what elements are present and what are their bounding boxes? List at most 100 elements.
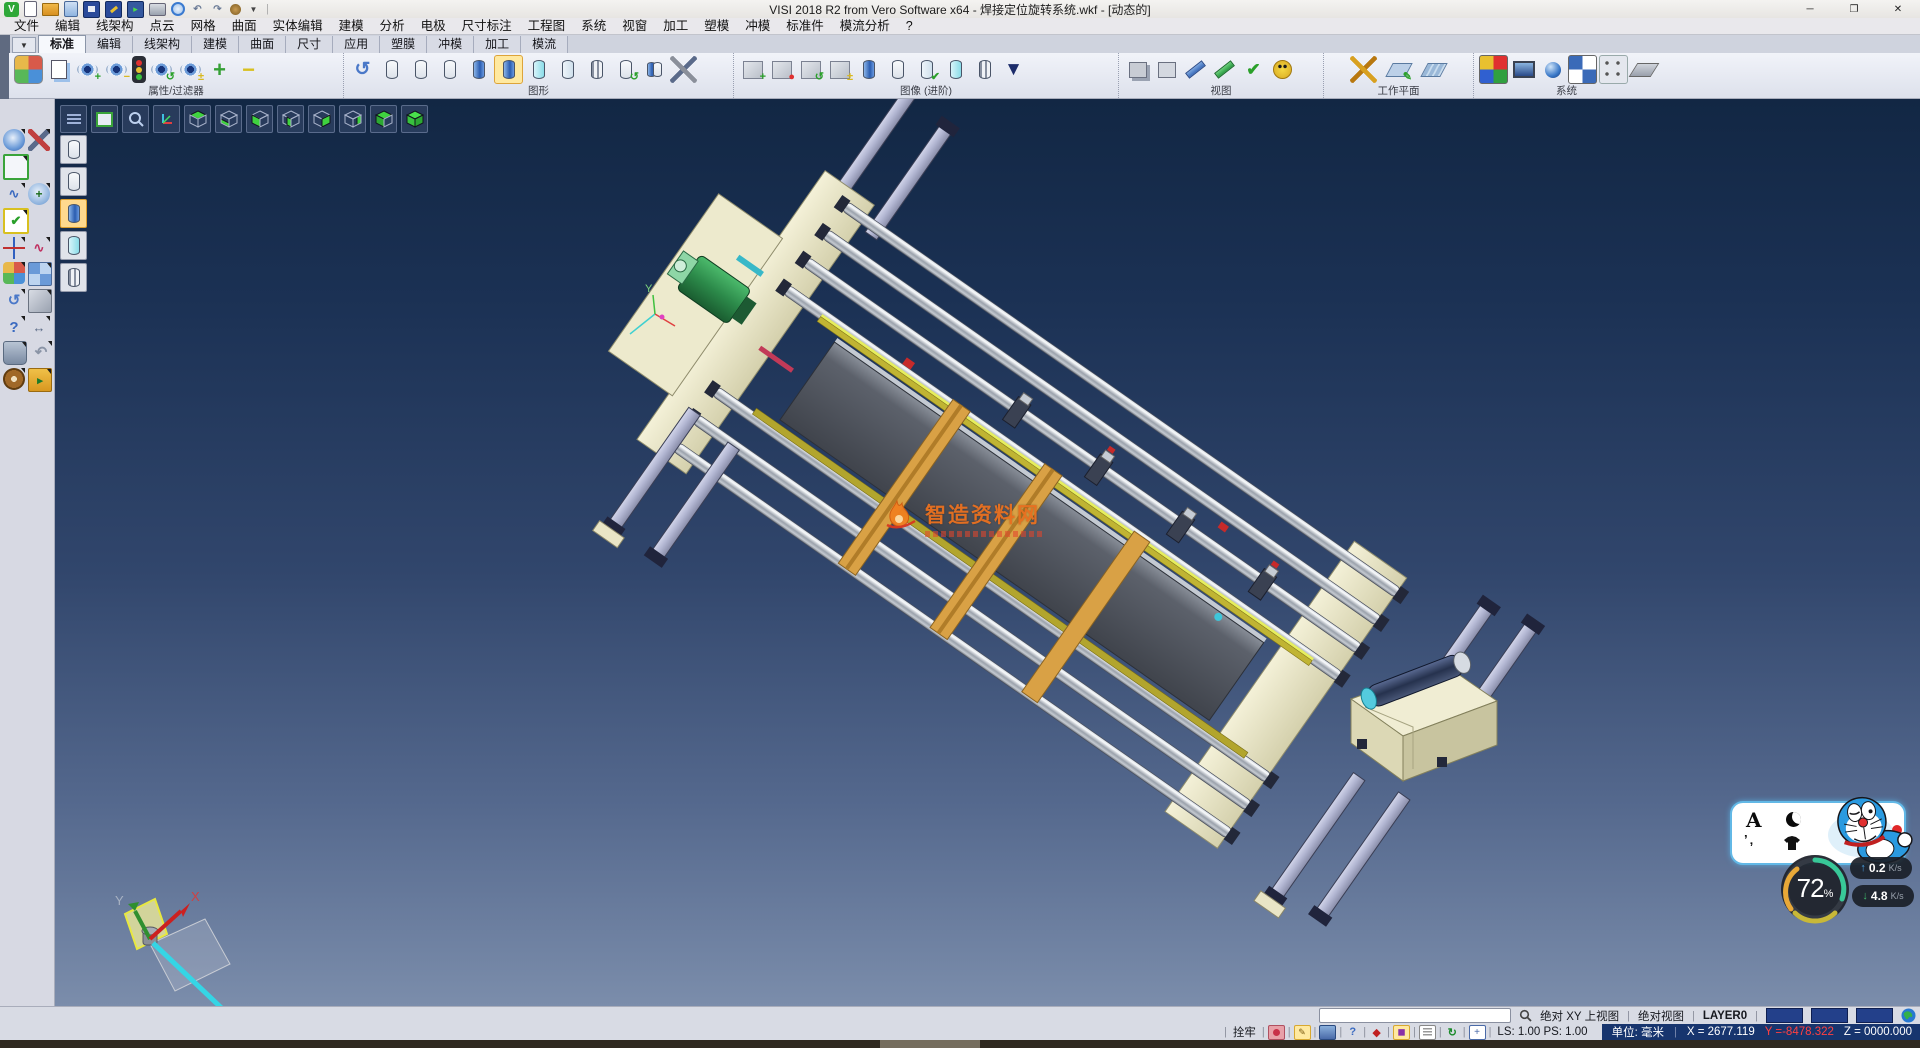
measure-width-icon[interactable]: ↔ — [28, 316, 50, 338]
dynamic-cube-icon[interactable]: ◼ — [1393, 1025, 1410, 1040]
menu-item[interactable]: 编辑 — [47, 18, 88, 35]
delete-sketch-icon[interactable] — [28, 129, 50, 151]
ime-mode-letter[interactable]: A — [1746, 808, 1762, 832]
viewport-split-icon[interactable]: + — [1469, 1025, 1486, 1040]
query-info-icon[interactable]: ? — [1345, 1026, 1360, 1039]
tab-application[interactable]: 应用 — [333, 36, 380, 53]
layer-list-icon[interactable] — [1419, 1025, 1436, 1040]
view-check-icon[interactable]: ✔ — [1240, 56, 1267, 83]
workplane-edit-icon[interactable]: ✎ — [1385, 56, 1412, 83]
menu-item[interactable]: 尺寸标注 — [454, 18, 520, 35]
window-grid-icon[interactable] — [28, 262, 52, 286]
zoom-extents-icon[interactable] — [3, 154, 29, 180]
import-icon[interactable] — [64, 1, 78, 17]
remove-selection-icon[interactable]: − — [235, 56, 262, 83]
adv-hatched-icon[interactable] — [971, 56, 998, 83]
shading-hatched-icon[interactable] — [583, 56, 610, 83]
redo-icon[interactable]: ↷ — [210, 2, 225, 17]
close-button[interactable]: ✕ — [1876, 0, 1920, 18]
adv-refresh-icon[interactable]: ↺ — [797, 56, 824, 83]
shading-wireframe-icon[interactable] — [378, 56, 405, 83]
workplane-axis-icon[interactable] — [1350, 56, 1377, 83]
tab-machining[interactable]: 加工 — [474, 36, 521, 53]
tab-modeling[interactable]: 建模 — [192, 36, 239, 53]
cpu-gauge[interactable]: 72% — [1777, 851, 1853, 927]
open-file-icon[interactable] — [42, 3, 59, 16]
new-file-icon[interactable] — [24, 1, 37, 17]
add-selection-icon[interactable]: + — [206, 56, 233, 83]
preview-icon[interactable] — [171, 2, 185, 16]
view-measure-icon[interactable] — [1182, 56, 1209, 83]
zoom-view-icon[interactable] — [3, 129, 25, 151]
solid-cube-icon[interactable] — [28, 289, 52, 313]
adv-show-add-icon[interactable]: + — [739, 56, 766, 83]
ime-halfwidth-moon-icon[interactable] — [1786, 812, 1801, 827]
adv-transparent-icon[interactable] — [942, 56, 969, 83]
rotate-mode-icon[interactable]: ↻ — [1445, 1026, 1460, 1039]
view-mode-label[interactable]: 绝对 XY 上视图 — [1540, 1008, 1619, 1024]
search-input[interactable] — [1319, 1008, 1511, 1023]
color-swatch-2[interactable] — [1811, 1008, 1848, 1023]
maximize-button[interactable]: ❐ — [1832, 0, 1876, 18]
view-annotate-icon[interactable] — [1211, 56, 1238, 83]
history-icon[interactable] — [230, 4, 241, 15]
adv-shaded-icon[interactable] — [855, 56, 882, 83]
view-single-icon[interactable] — [1153, 56, 1180, 83]
workplane-grid-icon[interactable] — [1420, 56, 1447, 83]
menu-item[interactable]: 电极 — [413, 18, 454, 35]
brush-style-icon[interactable]: ✎ — [1294, 1025, 1311, 1040]
shading-shaded-icon[interactable] — [465, 56, 492, 83]
toggle-visibility-icon[interactable]: ± — [177, 56, 204, 83]
refresh-view-icon[interactable]: ↺ — [3, 289, 25, 311]
show-entities-icon[interactable]: + — [74, 56, 101, 83]
search-icon[interactable] — [1519, 1009, 1532, 1022]
menu-item[interactable]: 曲面 — [224, 18, 265, 35]
absolute-view-label[interactable]: 绝对视图 — [1638, 1008, 1684, 1024]
tab-surface[interactable]: 曲面 — [239, 36, 286, 53]
filter-traffic-light-icon[interactable] — [132, 56, 146, 83]
adv-validate-icon[interactable]: ✔ — [913, 56, 940, 83]
menu-item[interactable]: 加工 — [655, 18, 696, 35]
refresh-visibility-icon[interactable]: ↺ — [148, 56, 175, 83]
system-plane-icon[interactable] — [1630, 56, 1657, 83]
tab-dimension[interactable]: 尺寸 — [286, 36, 333, 53]
adv-wireframe-icon[interactable] — [884, 56, 911, 83]
model-scene[interactable]: Y Y X Z — [55, 99, 1920, 1006]
menu-item[interactable]: 塑模 — [696, 18, 737, 35]
menu-item[interactable]: 建模 — [331, 18, 372, 35]
ime-punctuation-icon[interactable]: ’‚ — [1744, 832, 1755, 847]
view-windows-icon[interactable] — [1124, 56, 1151, 83]
toolbox-icon[interactable] — [1319, 1025, 1336, 1040]
menu-item[interactable]: 实体编辑 — [265, 18, 331, 35]
color-swatch-1[interactable] — [1766, 1008, 1803, 1023]
system-grid-icon[interactable] — [1599, 55, 1628, 84]
system-colors-icon[interactable] — [1479, 55, 1508, 84]
menu-item[interactable]: 系统 — [573, 18, 614, 35]
zoom-plus-icon[interactable]: + — [28, 183, 50, 205]
menu-item[interactable]: 冲模 — [737, 18, 778, 35]
menu-item[interactable]: 视窗 — [614, 18, 655, 35]
menu-item[interactable]: 线架构 — [88, 18, 142, 35]
tab-wireframe[interactable]: 线架构 — [133, 36, 192, 53]
grid-settings-icon[interactable] — [1268, 1025, 1285, 1040]
adv-toggle-icon[interactable]: ± — [826, 56, 853, 83]
shading-refresh-icon[interactable]: ↺ — [612, 56, 639, 83]
attributes-palette-icon[interactable] — [14, 55, 43, 84]
minimize-button[interactable]: ─ — [1788, 0, 1832, 18]
shading-hidden-line-icon[interactable] — [407, 56, 434, 83]
shading-ghost-icon[interactable] — [554, 56, 581, 83]
globe-icon[interactable] — [1901, 1008, 1916, 1023]
save-as-icon[interactable] — [105, 1, 122, 18]
shading-copy-icon[interactable] — [641, 56, 668, 83]
hide-entities-icon[interactable]: − — [103, 56, 130, 83]
undo-history-icon[interactable]: ↶ — [30, 341, 52, 363]
shading-dashed-icon[interactable] — [436, 56, 463, 83]
quick-access-dropdown-icon[interactable]: ▼ — [246, 2, 261, 17]
snap-to-solid-icon[interactable]: ◆ — [1369, 1026, 1384, 1039]
system-monitor-icon[interactable] — [1510, 56, 1537, 83]
spline-edit-icon[interactable]: ∿ — [3, 183, 25, 205]
menu-item[interactable]: 模流分析 — [832, 18, 898, 35]
menu-item[interactable]: 工程图 — [520, 18, 574, 35]
adv-filter-icon[interactable]: ● — [768, 56, 795, 83]
menu-item[interactable]: 点云 — [142, 18, 183, 35]
